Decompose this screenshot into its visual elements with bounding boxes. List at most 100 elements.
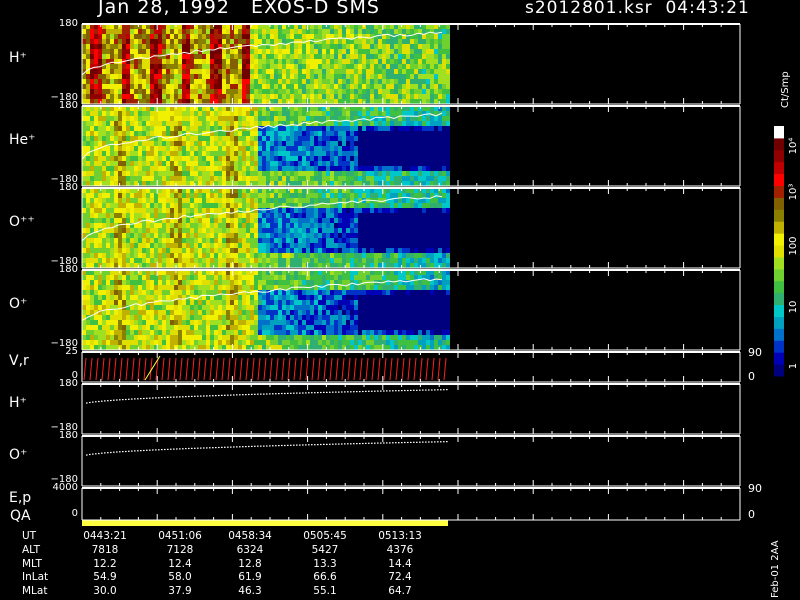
spectro-cell <box>198 193 202 198</box>
spectro-cell <box>266 49 270 54</box>
spectro-cell <box>378 258 382 263</box>
spectro-cell <box>278 84 282 89</box>
spectro-cell <box>106 310 110 315</box>
spectro-cell <box>150 345 154 350</box>
spectro-cell <box>166 59 170 64</box>
spectro-cell <box>302 223 306 228</box>
spectro-cell <box>234 39 238 44</box>
spectro-cell <box>426 136 430 141</box>
spectro-cell <box>174 146 178 151</box>
spectro-cell <box>410 161 414 166</box>
spectro-cell <box>126 171 130 176</box>
spectro-cell <box>262 116 266 121</box>
spectro-cell <box>298 248 302 253</box>
spectro-cell <box>334 59 338 64</box>
spectro-cell <box>214 146 218 151</box>
spectro-cell <box>178 146 182 151</box>
spectro-cell <box>126 146 130 151</box>
spectro-cell <box>150 258 154 263</box>
spectro-cell <box>90 44 94 49</box>
spectro-cell <box>86 223 90 228</box>
spectro-cell <box>150 69 154 74</box>
spectro-cell <box>446 218 450 223</box>
spectro-cell <box>210 111 214 116</box>
spectro-cell <box>190 94 194 99</box>
spectro-cell <box>142 193 146 198</box>
spectro-cell <box>318 59 322 64</box>
spectro-cell <box>342 213 346 218</box>
spectro-cell <box>234 59 238 64</box>
spectro-cell <box>94 156 98 161</box>
spectro-cell <box>278 238 282 243</box>
spectro-cell <box>362 176 366 181</box>
spectro-cell <box>322 258 326 263</box>
spectro-cell <box>366 59 370 64</box>
spectro-cell <box>150 99 154 104</box>
spectro-cell <box>354 39 358 44</box>
spectro-cell <box>330 29 334 34</box>
spectro-cell <box>282 253 286 258</box>
spectro-cell <box>438 39 442 44</box>
spectro-cell <box>198 146 202 151</box>
spectro-cell <box>138 29 142 34</box>
spectro-cell <box>170 116 174 121</box>
spectro-cell <box>314 44 318 49</box>
spectro-cell <box>262 263 266 268</box>
spectro-cell <box>246 121 250 126</box>
spectro-cell <box>434 161 438 166</box>
spectro-cell <box>334 193 338 198</box>
spectro-cell <box>374 79 378 84</box>
spectro-cell <box>278 29 282 34</box>
spectro-cell <box>402 263 406 268</box>
spectro-cell <box>402 151 406 156</box>
spectro-cell <box>166 141 170 146</box>
spectro-cell <box>346 49 350 54</box>
spectro-cell <box>242 34 246 39</box>
spectro-cell <box>262 84 266 89</box>
spectro-cell <box>290 64 294 69</box>
spectro-cell <box>426 156 430 161</box>
spectro-cell <box>126 44 130 49</box>
spectro-cell <box>150 305 154 310</box>
spectro-cell <box>370 64 374 69</box>
spectro-cell <box>354 84 358 89</box>
spectro-cell <box>338 116 342 121</box>
spectro-cell <box>390 238 394 243</box>
spectro-cell <box>82 280 86 285</box>
spectro-cell <box>234 198 238 203</box>
spectro-cell <box>442 121 446 126</box>
spectro-cell <box>410 233 414 238</box>
spectro-cell <box>370 54 374 59</box>
spectro-cell <box>310 111 314 116</box>
spectro-cell <box>274 74 278 79</box>
spectro-cell <box>114 84 118 89</box>
spectro-cell <box>310 89 314 94</box>
spectro-cell <box>262 69 266 74</box>
spectro-cell <box>286 151 290 156</box>
spectro-cell <box>346 29 350 34</box>
spectro-cell <box>422 116 426 121</box>
spectro-cell <box>202 29 206 34</box>
spectro-cell <box>262 203 266 208</box>
spectro-cell <box>194 340 198 345</box>
spectro-cell <box>182 275 186 280</box>
spectro-cell <box>362 141 366 146</box>
spectro-cell <box>142 258 146 263</box>
spectro-cell <box>142 295 146 300</box>
spectro-cell <box>222 69 226 74</box>
spectro-cell <box>298 54 302 59</box>
spectro-cell <box>262 166 266 171</box>
spectro-cell <box>102 79 106 84</box>
spectro-cell <box>358 151 362 156</box>
spectro-cell <box>434 79 438 84</box>
spectro-cell <box>238 243 242 248</box>
spectro-cell <box>178 166 182 171</box>
spectro-cell <box>122 218 126 223</box>
spectro-cell <box>254 228 258 233</box>
spectro-cell <box>382 161 386 166</box>
spectro-cell <box>394 64 398 69</box>
spectro-cell <box>418 121 422 126</box>
spectro-cell <box>394 238 398 243</box>
spectro-cell <box>226 49 230 54</box>
spectro-cell <box>190 29 194 34</box>
